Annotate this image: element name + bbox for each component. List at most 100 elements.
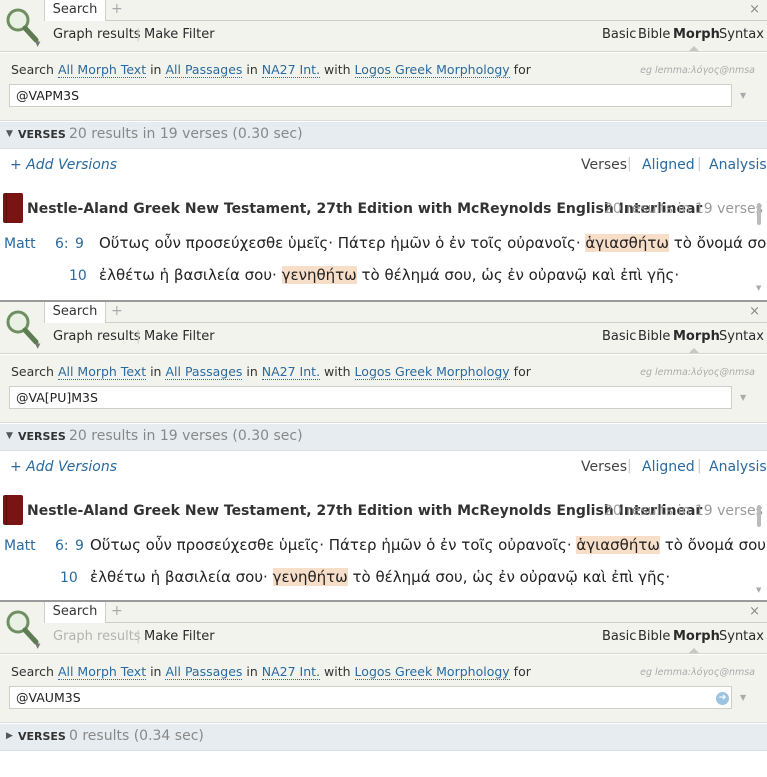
scrollbar-thumb[interactable] <box>757 203 761 225</box>
kind-syntax[interactable]: Syntax <box>719 27 764 42</box>
search-input[interactable]: @VA[PU]M3S <box>9 386 732 409</box>
add-tab-icon[interactable]: + <box>111 603 123 619</box>
graph-results-button[interactable]: Graph results <box>53 329 141 344</box>
scroll-down-icon[interactable]: ▼ <box>756 284 761 292</box>
search-panel-3: ▼ Search + × Graph results | Make Filter… <box>0 600 767 777</box>
resource-title[interactable]: Nestle-Aland Greek New Testament, 27th E… <box>27 503 702 519</box>
verse-ref-number[interactable]: 10 <box>60 570 78 586</box>
kind-basic[interactable]: Basic <box>602 629 636 644</box>
make-filter-button[interactable]: Make Filter <box>144 629 215 644</box>
passages-link[interactable]: All Passages <box>165 62 243 78</box>
active-kind-indicator <box>689 348 699 353</box>
resource-title[interactable]: Nestle-Aland Greek New Testament, 27th E… <box>27 201 702 217</box>
toolbar: ▼ Search + × Graph results | Make Filter… <box>0 302 767 354</box>
query-for-label: for <box>513 664 531 679</box>
view-verses-tab[interactable]: Verses <box>581 459 627 475</box>
text-type-link[interactable]: All Morph Text <box>57 364 147 380</box>
search-panel-2: ▼ Search + × Graph results | Make Filter… <box>0 300 767 596</box>
verse-text: Οὕτως οὖν προσεύχεσθε ὑμεῖς· Πάτερ ἡμῶν … <box>99 234 767 252</box>
make-filter-button[interactable]: Make Filter <box>144 27 215 42</box>
tab-search[interactable]: Search <box>44 602 106 623</box>
passages-link[interactable]: All Passages <box>165 364 243 380</box>
add-tab-icon[interactable]: + <box>111 303 123 319</box>
morphology-link[interactable]: Logos Greek Morphology <box>354 664 510 680</box>
dropdown-caret-icon[interactable]: ▼ <box>35 342 40 350</box>
verse-text-after: τὸ ὄνομά σου· <box>673 234 767 252</box>
view-aligned-tab[interactable]: Aligned <box>642 459 695 475</box>
scrollbar-thumb[interactable] <box>757 505 761 527</box>
add-versions-button[interactable]: + Add Versions <box>10 459 117 475</box>
search-hit[interactable]: γενηθήτω <box>281 266 357 284</box>
kind-morph[interactable]: Morph <box>673 629 720 644</box>
search-input[interactable]: @VAPM3S <box>9 84 732 107</box>
close-icon[interactable]: × <box>749 304 760 319</box>
verse-ref-number[interactable]: 10 <box>69 268 87 284</box>
kind-basic[interactable]: Basic <box>602 27 636 42</box>
verse-ref-chapter[interactable]: 6: <box>55 538 69 554</box>
query-description: Search All Morph Text in All Passages in… <box>11 62 531 78</box>
kind-morph[interactable]: Morph <box>673 329 720 344</box>
view-separator: | <box>627 458 632 474</box>
query-search-label: Search <box>11 62 54 77</box>
dropdown-caret-icon[interactable]: ▼ <box>35 40 40 48</box>
verse-ref-book[interactable]: Matt <box>4 236 36 252</box>
make-filter-button[interactable]: Make Filter <box>144 329 215 344</box>
tab-search[interactable]: Search <box>44 0 106 21</box>
tab-search[interactable]: Search <box>44 302 106 323</box>
search-hit[interactable]: γενηθήτω <box>272 568 348 586</box>
results-summary: 20 results in 19 verses (0.30 sec) <box>69 126 303 142</box>
expand-caret-icon[interactable]: ▼ <box>6 431 13 441</box>
verses-section-header[interactable]: ▼ VERSES 20 results in 19 verses (0.30 s… <box>0 122 767 149</box>
passages-link[interactable]: All Passages <box>165 664 243 680</box>
dropdown-caret-icon[interactable]: ▼ <box>740 393 746 402</box>
view-analysis-tab[interactable]: Analysis <box>709 459 767 475</box>
verses-label: VERSES <box>18 730 66 743</box>
verse-text-after: τὸ θέλημά σου, ὡς ἐν οὐρανῷ καὶ ἐπὶ γῆς· <box>352 568 671 586</box>
close-icon[interactable]: × <box>749 604 760 619</box>
search-hit[interactable]: ἁγιασθήτω <box>576 536 660 554</box>
morphology-link[interactable]: Logos Greek Morphology <box>354 364 510 380</box>
view-analysis-tab[interactable]: Analysis <box>709 157 767 173</box>
kind-basic[interactable]: Basic <box>602 329 636 344</box>
verse-ref-number[interactable]: 9 <box>75 236 84 252</box>
view-verses-tab[interactable]: Verses <box>581 157 627 173</box>
dropdown-caret-icon[interactable]: ▼ <box>740 91 746 100</box>
close-icon[interactable]: × <box>749 2 760 17</box>
dropdown-caret-icon[interactable]: ▼ <box>740 693 746 702</box>
query-bar: Search All Morph Text in All Passages in… <box>0 355 767 423</box>
scroll-down-icon[interactable]: ▼ <box>756 586 761 594</box>
text-type-link[interactable]: All Morph Text <box>57 664 147 680</box>
query-in-label: in <box>150 364 162 379</box>
search-input[interactable]: @VAUM3S <box>9 686 732 709</box>
graph-results-button[interactable]: Graph results <box>53 27 141 42</box>
kind-syntax[interactable]: Syntax <box>719 329 764 344</box>
add-tab-icon[interactable]: + <box>111 1 123 17</box>
book-icon <box>3 193 23 223</box>
verse-text-before: ἐλθέτω ἡ βασιλεία σου· <box>90 568 268 586</box>
collapsed-caret-icon[interactable]: ▶ <box>6 731 13 741</box>
expand-caret-icon[interactable]: ▼ <box>6 129 13 139</box>
verse-ref-number[interactable]: 9 <box>75 538 84 554</box>
verses-section-header[interactable]: ▼ VERSES 20 results in 19 verses (0.30 s… <box>0 424 767 451</box>
tab-strip <box>44 20 767 21</box>
verse-ref-chapter[interactable]: 6: <box>55 236 69 252</box>
add-versions-button[interactable]: + Add Versions <box>10 157 117 173</box>
results-summary: 0 results (0.34 sec) <box>69 728 204 744</box>
version-link[interactable]: NA27 Int. <box>261 364 321 380</box>
view-aligned-tab[interactable]: Aligned <box>642 157 695 173</box>
search-hit[interactable]: ἁγιασθήτω <box>585 234 669 252</box>
version-link[interactable]: NA27 Int. <box>261 62 321 78</box>
kind-bible[interactable]: Bible <box>638 329 670 344</box>
go-arrow-icon[interactable]: ➜ <box>716 692 729 705</box>
kind-bible[interactable]: Bible <box>638 27 670 42</box>
kind-morph[interactable]: Morph <box>673 27 720 42</box>
verse-ref-book[interactable]: Matt <box>4 538 36 554</box>
verse-text: ἐλθέτω ἡ βασιλεία σου· γενηθήτω τὸ θέλημ… <box>90 568 670 586</box>
kind-bible[interactable]: Bible <box>638 629 670 644</box>
morphology-link[interactable]: Logos Greek Morphology <box>354 62 510 78</box>
dropdown-caret-icon[interactable]: ▼ <box>35 642 40 650</box>
text-type-link[interactable]: All Morph Text <box>57 62 147 78</box>
kind-syntax[interactable]: Syntax <box>719 629 764 644</box>
verses-section-header[interactable]: ▶ VERSES 0 results (0.34 sec) <box>0 724 767 751</box>
version-link[interactable]: NA27 Int. <box>261 664 321 680</box>
